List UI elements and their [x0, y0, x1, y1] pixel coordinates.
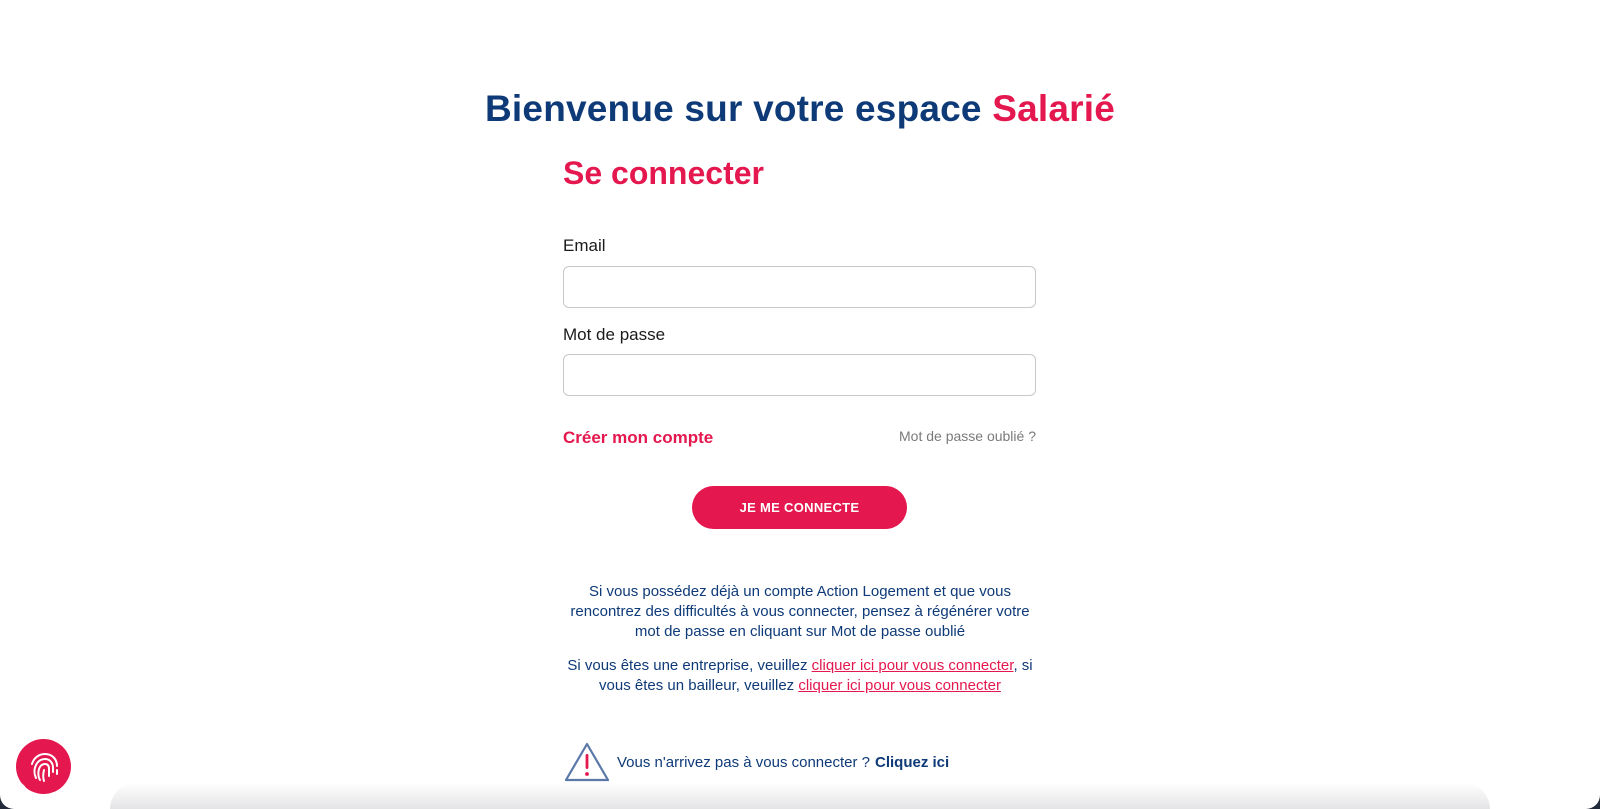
fingerprint-icon: [30, 752, 58, 782]
warning-triangle-icon: [564, 742, 610, 782]
other-spaces-text: Si vous êtes une entreprise, veuillez cl…: [560, 656, 1040, 696]
page-title: Bienvenue sur votre espace Salarié: [0, 88, 1600, 130]
password-help-text: Si vous possédez déjà un compte Action L…: [570, 583, 1030, 640]
login-help-row: Vous n'arrivez pas à vous connecter ? Cl…: [563, 740, 949, 784]
window-corner-right: [1572, 781, 1600, 809]
login-heading: Se connecter: [563, 155, 764, 191]
email-field[interactable]: [563, 266, 1036, 308]
login-button[interactable]: JE ME CONNECTE: [692, 486, 907, 529]
login-page: Bienvenue sur votre espace Salarié Se co…: [0, 0, 1600, 809]
window-corner-left: [0, 781, 28, 809]
login-help-link[interactable]: Cliquez ici: [875, 754, 949, 771]
bottom-shadow: [110, 783, 1490, 809]
login-help-question: Vous n'arrivez pas à vous connecter ?: [617, 753, 871, 771]
forgot-password-link[interactable]: Mot de passe oublié ?: [899, 428, 1036, 444]
page-title-accent: Salarié: [992, 88, 1115, 129]
email-label: Email: [563, 236, 606, 255]
company-login-link[interactable]: cliquer ici pour vous connecter: [812, 657, 1014, 674]
password-label: Mot de passe: [563, 325, 666, 344]
landlord-login-link[interactable]: cliquer ici pour vous connecter: [798, 677, 1001, 694]
company-prefix-text: Si vous êtes une entreprise, veuillez: [567, 657, 812, 674]
page-title-main: Bienvenue sur votre espace: [485, 88, 993, 129]
password-field[interactable]: [563, 354, 1036, 396]
create-account-link[interactable]: Créer mon compte: [563, 428, 713, 448]
